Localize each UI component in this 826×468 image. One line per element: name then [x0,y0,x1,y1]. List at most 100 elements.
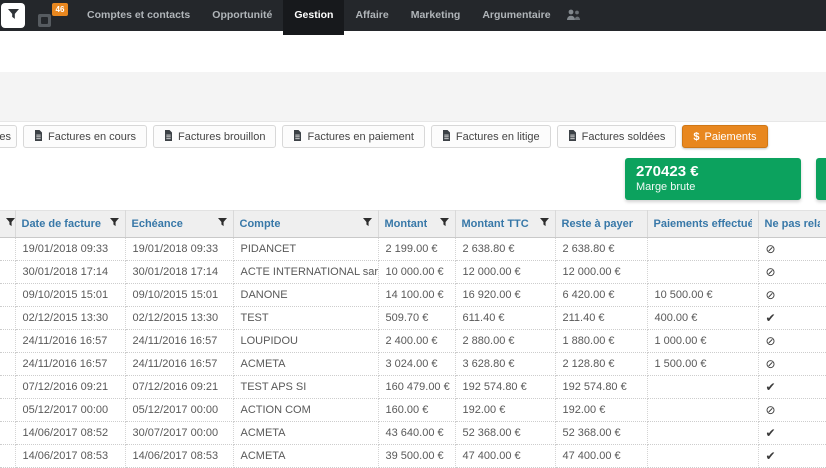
apps-menu-button[interactable]: 46 [38,2,68,30]
cell-paiements[interactable] [647,375,759,399]
funnel-icon[interactable] [439,218,449,230]
table-row[interactable]: 05/12/2017 00:00 05/12/2017 00:00 ACTION… [0,398,826,422]
column-header-montant-ttc[interactable]: Montant TTC [455,210,556,238]
menu-item-affaire[interactable]: Affaire [344,0,399,31]
column-header-reste[interactable]: Reste à payer [555,210,648,238]
cell-compte[interactable]: PIDANCET [233,237,379,261]
cell-reste[interactable]: 2 128.80 € [555,352,648,376]
table-row[interactable]: 14/06/2017 08:53 14/06/2017 08:53 ACMETA… [0,444,826,468]
cell-reste[interactable]: 52 368.00 € [555,421,648,445]
cell-compte[interactable]: ACMETA [233,352,379,376]
funnel-icon[interactable] [217,218,227,230]
relance-check-icon[interactable]: ✔ [766,426,776,440]
funnel-icon[interactable] [6,218,15,230]
funnel-icon[interactable] [109,218,119,230]
no-relance-icon[interactable]: ⊘ [766,288,776,302]
cell-montant[interactable]: 2 199.00 € [378,237,456,261]
tab-partial-cut[interactable]: es [0,125,17,148]
cell-compte[interactable]: TEST [233,306,379,330]
users-icon[interactable] [566,8,581,26]
cell-echeance[interactable]: 07/12/2016 09:21 [125,375,234,399]
cell-compte[interactable]: ACTE INTERNATIONAL sarl [233,260,379,284]
relance-check-icon[interactable]: ✔ [766,380,776,394]
table-row[interactable]: 19/01/2018 09:33 19/01/2018 09:33 PIDANC… [0,237,826,261]
no-relance-icon[interactable]: ⊘ [766,403,776,417]
menu-item-opportunite[interactable]: Opportunité [201,0,283,31]
table-row[interactable]: 02/12/2015 13:30 02/12/2015 13:30 TEST 5… [0,306,826,330]
cell-date[interactable]: 07/12/2016 09:21 [15,375,126,399]
no-relance-icon[interactable]: ⊘ [766,357,776,371]
cell-date[interactable]: 24/11/2016 16:57 [15,329,126,353]
cell-compte[interactable]: ACMETA [233,421,379,445]
cell-reste[interactable]: 211.40 € [555,306,648,330]
column-header-montant[interactable]: Montant [378,210,456,238]
cell-date[interactable]: 09/10/2015 15:01 [15,283,126,307]
cell-paiements[interactable]: 400.00 € [647,306,759,330]
tab-factures-brouillon[interactable]: Factures brouillon [153,125,277,148]
menu-item-marketing[interactable]: Marketing [400,0,472,31]
summary-card-marge-brute[interactable]: 270423 € Marge brute [625,158,801,200]
cell-paiements[interactable]: 1 500.00 € [647,352,759,376]
cell-paiements[interactable]: 10 500.00 € [647,283,759,307]
no-relance-icon[interactable]: ⊘ [766,242,776,256]
column-header-cut[interactable] [0,210,16,238]
column-header-ne-pas-relancer[interactable]: Ne pas relan [758,210,826,238]
cell-echeance[interactable]: 24/11/2016 16:57 [125,352,234,376]
cell-paiements[interactable] [647,398,759,422]
cell-montant-ttc[interactable]: 2 880.00 € [455,329,556,353]
cell-reste[interactable]: 47 400.00 € [555,444,648,468]
tab-factures-en-litige[interactable]: Factures en litige [430,125,551,148]
cell-montant-ttc[interactable]: 192.00 € [455,398,556,422]
cell-reste[interactable]: 2 638.80 € [555,237,648,261]
column-header-paiements[interactable]: Paiements effectués [647,210,759,238]
cell-echeance[interactable]: 14/06/2017 08:53 [125,444,234,468]
cell-date[interactable]: 24/11/2016 16:57 [15,352,126,376]
tab-paiements[interactable]: $ Paiements [682,125,768,148]
table-row[interactable]: 24/11/2016 16:57 24/11/2016 16:57 ACMETA… [0,352,826,376]
cell-montant-ttc[interactable]: 3 628.80 € [455,352,556,376]
cell-reste[interactable]: 1 880.00 € [555,329,648,353]
tab-factures-en-cours[interactable]: Factures en cours [23,125,148,148]
funnel-icon[interactable] [539,218,549,230]
column-header-compte[interactable]: Compte [233,210,379,238]
cell-date[interactable]: 02/12/2015 13:30 [15,306,126,330]
tab-factures-soldees[interactable]: Factures soldées [556,125,677,148]
cell-montant[interactable]: 160.00 € [378,398,456,422]
menu-item-gestion[interactable]: Gestion [283,0,345,35]
cell-montant[interactable]: 160 479.00 € [378,375,456,399]
cell-date[interactable]: 14/06/2017 08:52 [15,421,126,445]
table-row[interactable]: 07/12/2016 09:21 07/12/2016 09:21 TEST A… [0,375,826,399]
cell-montant[interactable]: 14 100.00 € [378,283,456,307]
cell-montant-ttc[interactable]: 47 400.00 € [455,444,556,468]
cell-reste[interactable]: 6 420.00 € [555,283,648,307]
menu-item-argumentaire[interactable]: Argumentaire [471,0,561,31]
cell-paiements[interactable]: 1 000.00 € [647,329,759,353]
menu-item-comptes-et-contacts[interactable]: Comptes et contacts [76,0,201,31]
cell-compte[interactable]: ACMETA [233,444,379,468]
column-header-date[interactable]: Date de facture [15,210,126,238]
column-header-echeance[interactable]: Echéance [125,210,234,238]
cell-montant-ttc[interactable]: 16 920.00 € [455,283,556,307]
cell-compte[interactable]: LOUPIDOU [233,329,379,353]
cell-reste[interactable]: 192.00 € [555,398,648,422]
cell-date[interactable]: 14/06/2017 08:53 [15,444,126,468]
cell-echeance[interactable]: 05/12/2017 00:00 [125,398,234,422]
cell-paiements[interactable] [647,421,759,445]
cell-paiements[interactable] [647,260,759,284]
cell-montant-ttc[interactable]: 12 000.00 € [455,260,556,284]
cell-date[interactable]: 05/12/2017 00:00 [15,398,126,422]
cell-compte[interactable]: TEST APS SI [233,375,379,399]
cell-reste[interactable]: 12 000.00 € [555,260,648,284]
cell-montant[interactable]: 43 640.00 € [378,421,456,445]
cell-echeance[interactable]: 09/10/2015 15:01 [125,283,234,307]
cell-echeance[interactable]: 24/11/2016 16:57 [125,329,234,353]
filter-button[interactable] [1,3,25,28]
cell-echeance[interactable]: 19/01/2018 09:33 [125,237,234,261]
no-relance-icon[interactable]: ⊘ [766,265,776,279]
cell-date[interactable]: 19/01/2018 09:33 [15,237,126,261]
cell-reste[interactable]: 192 574.80 € [555,375,648,399]
summary-card-partial[interactable] [816,158,826,200]
relance-check-icon[interactable]: ✔ [766,311,776,325]
tab-factures-en-paiement[interactable]: Factures en paiement [282,125,425,148]
cell-montant-ttc[interactable]: 192 574.80 € [455,375,556,399]
